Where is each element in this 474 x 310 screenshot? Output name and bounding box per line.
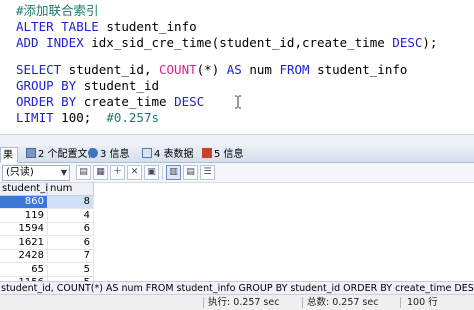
code-text: idx_sid_cre_time(student_id,create_time	[83, 35, 393, 50]
column-header-student-id[interactable]: student_id	[0, 183, 54, 196]
code-line-select: SELECT student_id, COUNT(*) AS num FROM …	[16, 62, 407, 78]
code-line-add-index: ADD INDEX idx_sid_cre_time(student_id,cr…	[16, 35, 437, 51]
cell-num[interactable]: 6	[48, 223, 94, 236]
status-divider	[203, 297, 204, 308]
executed-sql-text: student_id, COUNT(*) AS num FROM student…	[0, 281, 474, 294]
profile-icon	[26, 148, 36, 158]
grid-view-icon[interactable]: ▥	[166, 165, 181, 180]
code-text: create_time	[76, 94, 175, 109]
code-text: student_id,	[61, 62, 159, 77]
keyword: LIMIT	[16, 110, 54, 125]
cell-student-id[interactable]: 1621	[0, 236, 48, 250]
column-header-num[interactable]: num	[48, 183, 94, 196]
toolbar-divider	[162, 166, 163, 180]
keyword: GROUP BY	[16, 78, 77, 93]
sql-editor[interactable]: #添加联合索引 ALTER TABLE student_info ADD IND…	[0, 0, 474, 134]
cell-student-id[interactable]: 1594	[0, 223, 48, 236]
code-text: );	[422, 35, 438, 50]
copy-row-icon[interactable]: ▦	[93, 165, 108, 180]
tab-label: 果	[3, 150, 13, 161]
info-icon	[202, 148, 212, 158]
keyword: FROM	[279, 62, 310, 77]
status-bar: 执行: 0.257 sec 总数: 0.257 sec 100 行	[0, 294, 474, 310]
tab-info-5[interactable]: 5 信息	[200, 147, 248, 162]
cell-num[interactable]: 4	[48, 209, 94, 223]
code-text: student_info	[309, 62, 408, 77]
delete-row-icon[interactable]: ✕	[127, 165, 142, 180]
results-grid: student_id num 860 8 119 4 1594 6 1621 6 2428 7 65…	[0, 183, 474, 290]
code-line-limit: LIMIT 100; #0.257s	[16, 110, 159, 126]
grid-toolbar: (只读) ▼ ▤ ▦ ＋ ✕ ▣ ▥ ▤ ☰	[0, 163, 474, 183]
keyword: SELECT	[16, 62, 62, 77]
info-icon	[88, 148, 98, 158]
code-text: student_info	[98, 19, 197, 34]
tab-info-3[interactable]: 3 信息	[86, 147, 134, 162]
keyword: DESC	[174, 94, 205, 109]
row-count: 100 行	[407, 297, 438, 308]
form-view-icon[interactable]: ▤	[183, 165, 198, 180]
code-line-alter: ALTER TABLE student_info	[16, 19, 197, 35]
keyword: ALTER TABLE	[16, 19, 99, 34]
cell-num[interactable]: 6	[48, 236, 94, 250]
status-divider	[400, 297, 401, 308]
export-icon[interactable]: ▤	[76, 165, 91, 180]
status-divider	[302, 297, 303, 308]
keyword: AS	[226, 62, 242, 77]
code-text: num	[241, 62, 280, 77]
code-text: student_id	[76, 78, 160, 93]
code-text: 100;	[53, 110, 107, 125]
insert-row-icon[interactable]: ＋	[110, 165, 125, 180]
save-icon[interactable]: ▣	[144, 165, 159, 180]
execution-time: 执行: 0.257 sec	[208, 297, 280, 308]
cell-num[interactable]: 7	[48, 250, 94, 263]
code-comment-line: #添加联合索引	[16, 3, 99, 18]
cell-num[interactable]: 5	[48, 263, 94, 277]
cell-student-id[interactable]: 860	[0, 196, 48, 209]
keyword: ADD INDEX	[16, 35, 84, 50]
tab-label: 4 表数据	[154, 149, 194, 160]
total-time: 总数: 0.257 sec	[307, 297, 379, 308]
cell-student-id[interactable]: 65	[0, 263, 48, 277]
function-name: COUNT	[159, 62, 197, 77]
tab-result[interactable]: 果	[0, 147, 18, 163]
code-line-order-by: ORDER BY create_time DESC	[16, 94, 204, 110]
cell-num[interactable]: 8	[48, 196, 94, 209]
text-view-icon[interactable]: ☰	[200, 165, 215, 180]
table-data-icon	[142, 148, 152, 158]
text-cursor-icon	[235, 95, 241, 109]
result-tabs: 果 2 个配置文件 3 信息 4 表数据 5 信息	[0, 146, 474, 163]
code-line-group-by: GROUP BY student_id	[16, 78, 159, 94]
edit-mode-value: (只读)	[6, 167, 34, 178]
chevron-down-icon: ▼	[60, 168, 67, 177]
cell-student-id[interactable]: 2428	[0, 250, 48, 263]
cell-student-id[interactable]: 119	[0, 209, 48, 223]
edit-mode-select[interactable]: (只读) ▼	[2, 165, 70, 181]
keyword: DESC	[392, 35, 423, 50]
tab-table-data[interactable]: 4 表数据	[140, 147, 198, 162]
execution-time-comment: #0.257s	[106, 110, 160, 125]
code-text: (*)	[196, 62, 227, 77]
keyword: ORDER BY	[16, 94, 77, 109]
panel-splitter[interactable]	[0, 134, 474, 146]
tab-label: 3 信息	[100, 149, 130, 160]
tab-label: 5 信息	[214, 149, 244, 160]
